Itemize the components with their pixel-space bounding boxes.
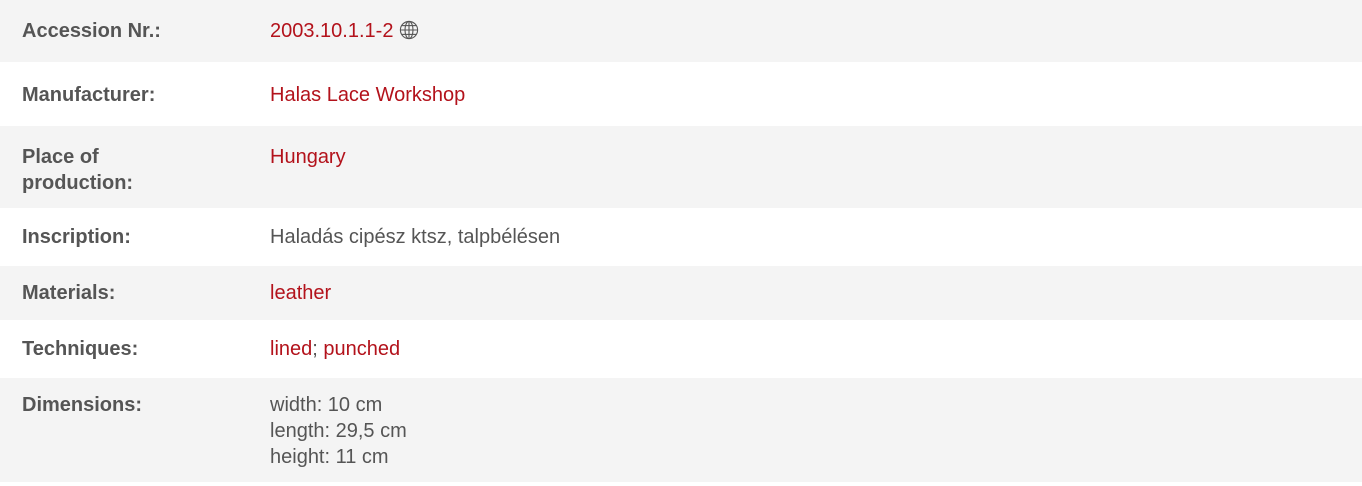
inscription-label: Inscription: xyxy=(22,226,131,248)
accession-value-cell: 2003.10.1.1-2 xyxy=(270,18,1362,62)
row-techniques: Techniques: lined; punched xyxy=(0,322,1362,378)
row-accession-number: Accession Nr.: 2003.10.1.1-2 xyxy=(0,0,1362,64)
place-label-line2: production: xyxy=(22,172,134,194)
row-place-of-production: Place of production: Hungary xyxy=(0,126,1362,210)
technique-separator: ; xyxy=(312,338,318,360)
technique-lined-link[interactable]: lined xyxy=(270,338,312,360)
accession-number-link[interactable]: 2003.10.1.1-2 xyxy=(270,20,393,42)
manufacturer-value-cell: Halas Lace Workshop xyxy=(270,82,1362,124)
row-manufacturer: Manufacturer: Halas Lace Workshop xyxy=(0,64,1362,126)
place-of-production-label: Place of production: xyxy=(0,144,270,208)
materials-value-cell: leather xyxy=(270,280,1362,320)
technique-punched-link[interactable]: punched xyxy=(323,338,400,360)
dimension-height: height: 11 cm xyxy=(270,446,389,468)
row-inscription: Inscription: Haladás cipész ktsz, talpbé… xyxy=(0,210,1362,266)
place-of-production-link[interactable]: Hungary xyxy=(270,146,346,168)
globe-icon[interactable] xyxy=(399,20,419,40)
place-label-line1: Place of xyxy=(22,146,99,168)
material-leather-link[interactable]: leather xyxy=(270,282,331,304)
dimensions-label: Dimensions: xyxy=(22,394,143,416)
manufacturer-link[interactable]: Halas Lace Workshop xyxy=(270,84,465,106)
dimension-width: width: 10 cm xyxy=(270,394,383,416)
row-dimensions: Dimensions: width: 10 cm length: 29,5 cm… xyxy=(0,378,1362,484)
dimensions-value-cell: width: 10 cm length: 29,5 cm height: 11 … xyxy=(270,392,1362,482)
dimension-length: length: 29,5 cm xyxy=(270,420,407,442)
place-value-cell: Hungary xyxy=(270,144,1362,208)
manufacturer-label: Manufacturer: xyxy=(22,84,156,106)
accession-label: Accession Nr.: xyxy=(22,20,161,42)
techniques-label: Techniques: xyxy=(22,338,139,360)
row-materials: Materials: leather xyxy=(0,266,1362,322)
object-details-table: Accession Nr.: 2003.10.1.1-2 Manufacture… xyxy=(0,0,1362,484)
techniques-value-cell: lined; punched xyxy=(270,336,1362,376)
materials-label: Materials: xyxy=(22,282,116,304)
inscription-value: Haladás cipész ktsz, talpbélésen xyxy=(270,226,561,248)
